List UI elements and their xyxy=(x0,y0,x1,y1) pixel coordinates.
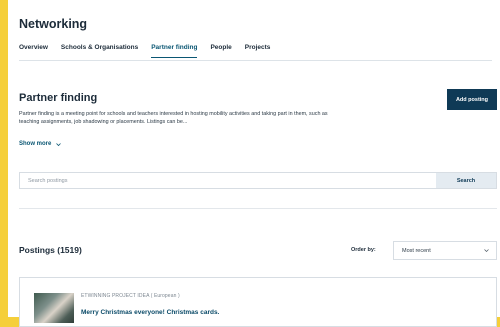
show-more-label: Show more xyxy=(19,141,52,147)
tab-schools-organisations[interactable]: Schools & Organisations xyxy=(61,44,138,58)
page-title: Networking xyxy=(19,17,88,31)
search-button[interactable]: Search xyxy=(436,173,496,188)
tab-overview[interactable]: Overview xyxy=(19,44,48,58)
tab-people[interactable]: People xyxy=(210,44,231,58)
main-panel: Networking Overview Schools & Organisati… xyxy=(8,0,500,327)
tab-bar: Overview Schools & Organisations Partner… xyxy=(19,44,492,58)
add-posting-button[interactable]: Add posting xyxy=(447,89,497,110)
tab-partner-finding[interactable]: Partner finding xyxy=(151,44,198,58)
chevron-down-icon xyxy=(484,249,489,252)
posting-card[interactable]: ETWINNING PROJECT IDEA ( European ) Merr… xyxy=(19,277,497,327)
order-by-value: Most recent xyxy=(402,247,431,254)
search-bar: Search xyxy=(19,172,497,189)
posting-thumbnail xyxy=(34,293,74,323)
postings-heading: Postings (1519) xyxy=(19,245,82,255)
tab-projects[interactable]: Projects xyxy=(245,44,271,58)
order-by-label: Order by: xyxy=(351,247,376,253)
section-divider xyxy=(19,208,497,209)
search-input[interactable] xyxy=(20,173,436,188)
posting-title-link[interactable]: Merry Christmas everyone! Christmas card… xyxy=(81,309,219,316)
order-by-select[interactable]: Most recent xyxy=(393,241,497,260)
tabs-divider xyxy=(19,60,492,61)
section-title: Partner finding xyxy=(19,92,98,104)
posting-category: ETWINNING PROJECT IDEA ( European ) xyxy=(81,293,180,299)
chevron-down-icon xyxy=(56,142,62,146)
show-more-link[interactable]: Show more xyxy=(19,141,62,147)
section-description: Partner finding is a meeting point for s… xyxy=(19,111,328,125)
